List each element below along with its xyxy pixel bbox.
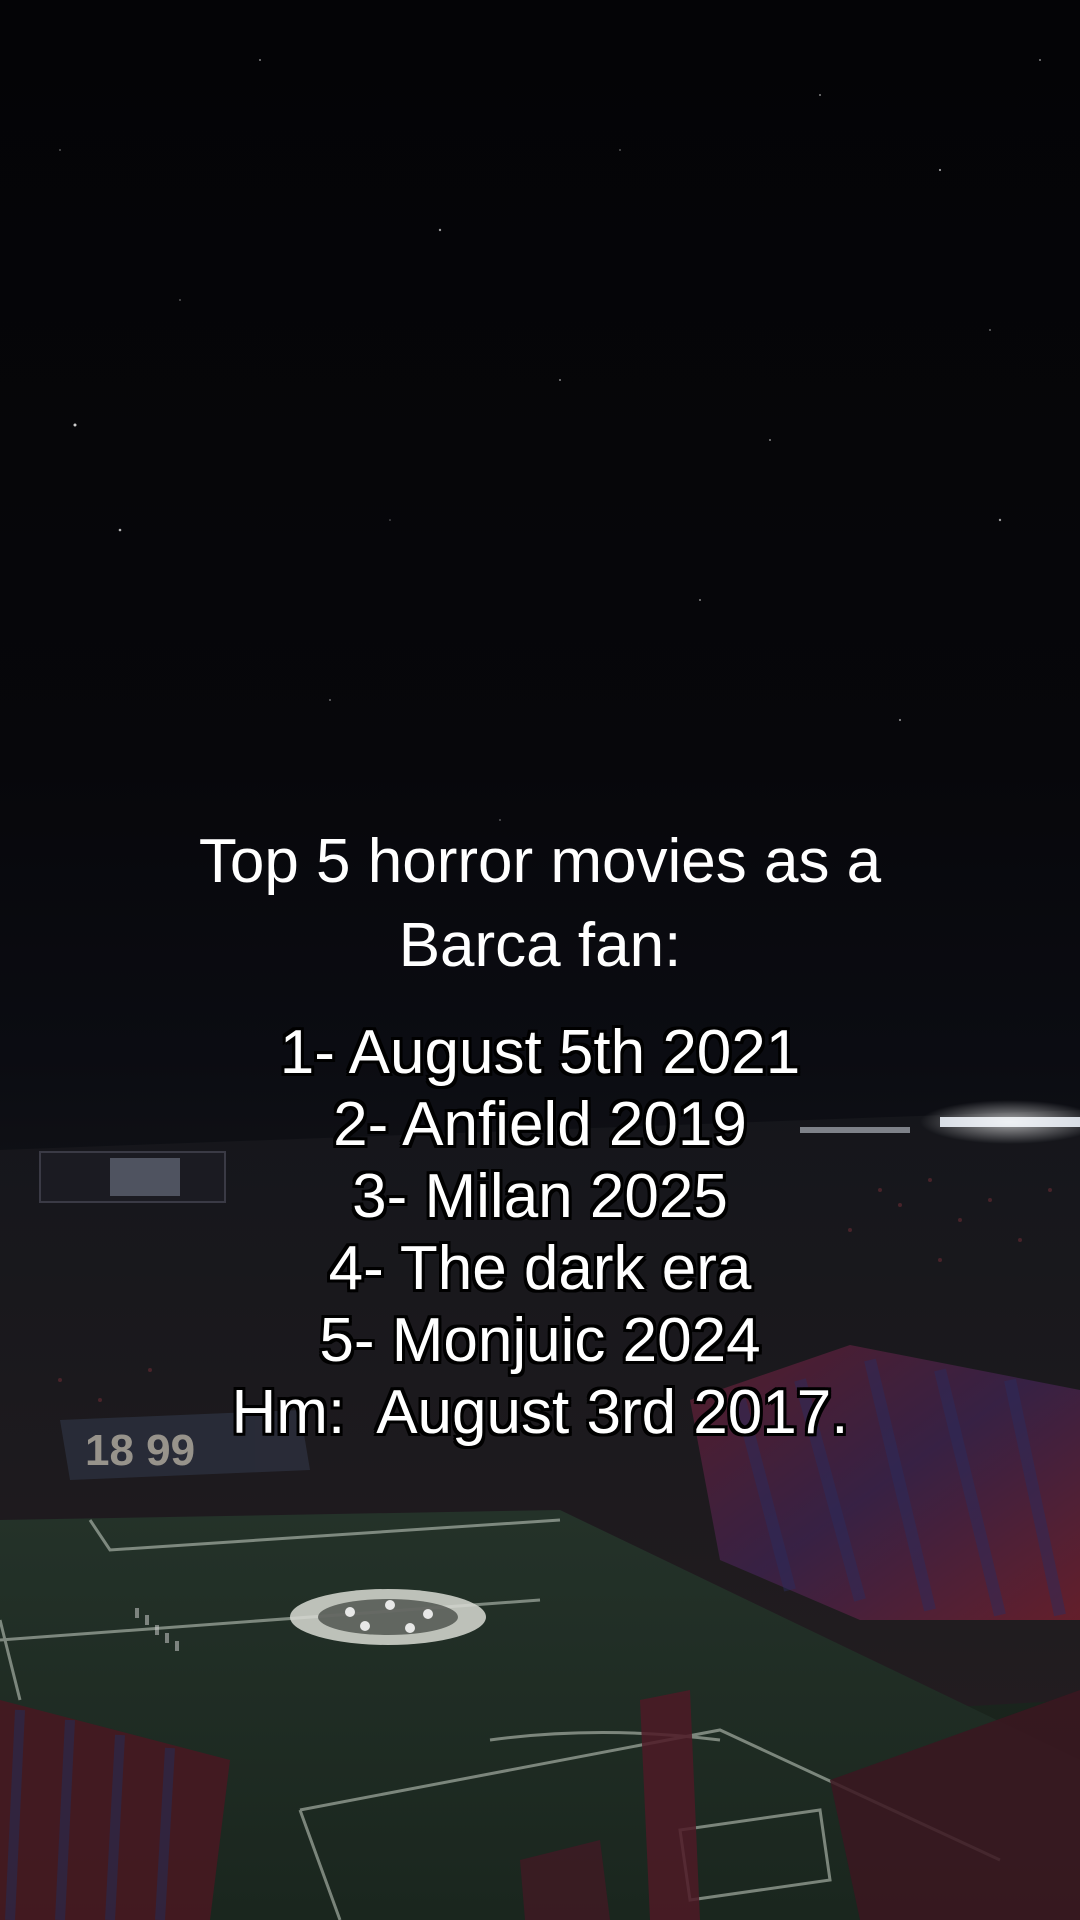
video-frame: 18 99 Top 5 horror movies as a Barca fan… bbox=[0, 0, 1080, 1920]
list-item: 2- Anfield 2019 bbox=[333, 1090, 747, 1159]
list-item: 1- August 5th 2021 bbox=[279, 1018, 801, 1087]
caption-title-line-1: Top 5 horror movies as a bbox=[198, 827, 882, 896]
list-item: 5- Monjuic 2024 bbox=[319, 1306, 761, 1375]
horror-movies-list: 1- August 5th 2021 2- Anfield 2019 3- Mi… bbox=[0, 1017, 1080, 1449]
caption-title-line-2: Barca fan: bbox=[398, 911, 682, 980]
list-item: 3- Milan 2025 bbox=[352, 1162, 728, 1231]
list-item-honorable-mention: Hm: August 3rd 2017. bbox=[231, 1378, 849, 1447]
champions-league-pitch-logo bbox=[290, 1589, 486, 1645]
list-item: 4- The dark era bbox=[328, 1234, 752, 1303]
video-caption-title: Top 5 horror movies as a Barca fan: bbox=[0, 820, 1080, 988]
